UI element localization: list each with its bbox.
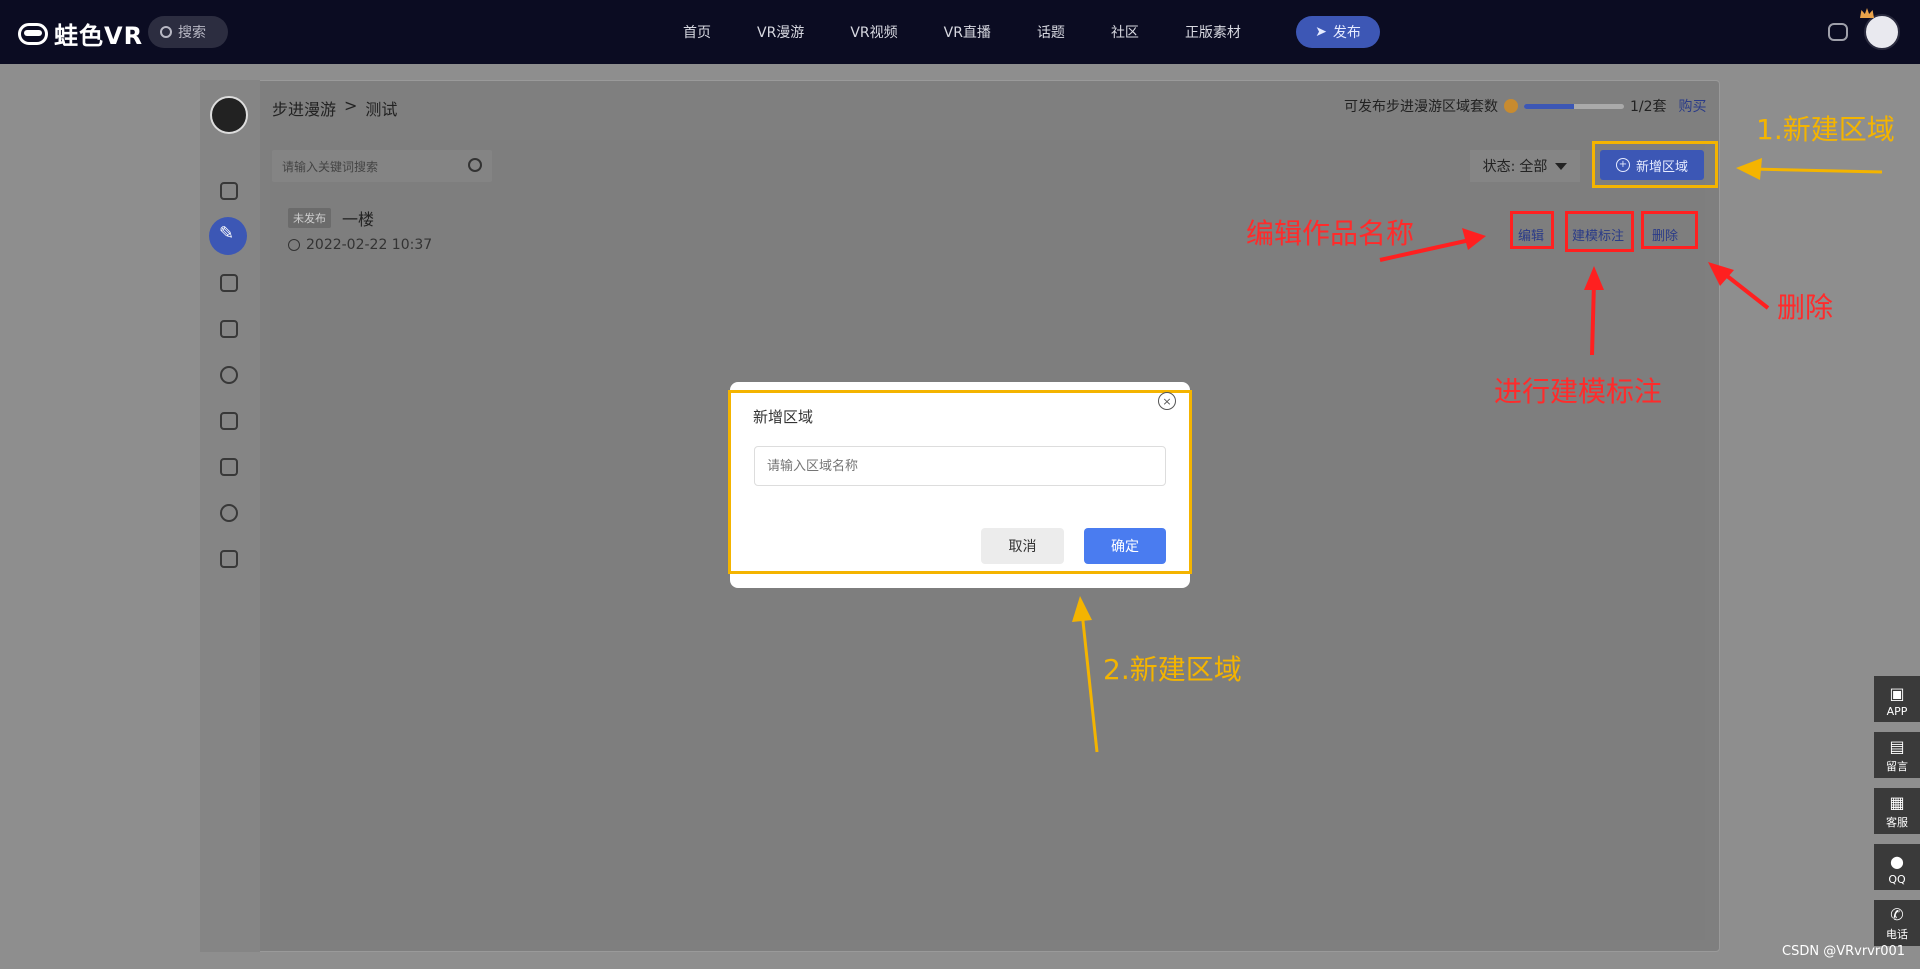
- arrow-annotate: [1584, 266, 1604, 356]
- qq-icon: ●: [1890, 852, 1904, 871]
- float-service-label: 客服: [1886, 816, 1908, 829]
- arrow-delete: [1708, 262, 1770, 310]
- watermark: CSDN @VRvrvr001: [1782, 944, 1906, 959]
- float-phone-label: 电话: [1886, 928, 1908, 941]
- annotation-step1: 1.新建区域: [1756, 113, 1895, 146]
- annotation-arrows: [1072, 158, 1883, 753]
- phone-icon: ✆: [1890, 905, 1904, 924]
- float-qq-label: QQ: [1888, 873, 1906, 886]
- float-message-label: 留言: [1886, 760, 1908, 773]
- float-message-button[interactable]: ▤ 留言: [1874, 732, 1920, 778]
- float-app-button[interactable]: ▣ APP: [1874, 676, 1920, 722]
- float-qq-button[interactable]: ● QQ: [1874, 844, 1920, 890]
- annotation-step2: 2.新建区域: [1103, 653, 1242, 686]
- annotation-delete: 删除: [1777, 291, 1834, 324]
- qrcode-icon: ▦: [1889, 793, 1905, 812]
- annotation-edit-name: 编辑作品名称: [1246, 217, 1415, 250]
- float-app-label: APP: [1886, 705, 1908, 718]
- float-service-button[interactable]: ▦ 客服: [1874, 788, 1920, 834]
- app-icon: ▣: [1889, 684, 1905, 703]
- arrow-step1: [1736, 158, 1883, 180]
- annotation-annotate: 进行建模标注: [1494, 375, 1663, 408]
- float-phone-button[interactable]: ✆ 电话: [1874, 900, 1920, 946]
- comment-icon: ▤: [1889, 737, 1905, 756]
- arrow-step2: [1072, 596, 1099, 753]
